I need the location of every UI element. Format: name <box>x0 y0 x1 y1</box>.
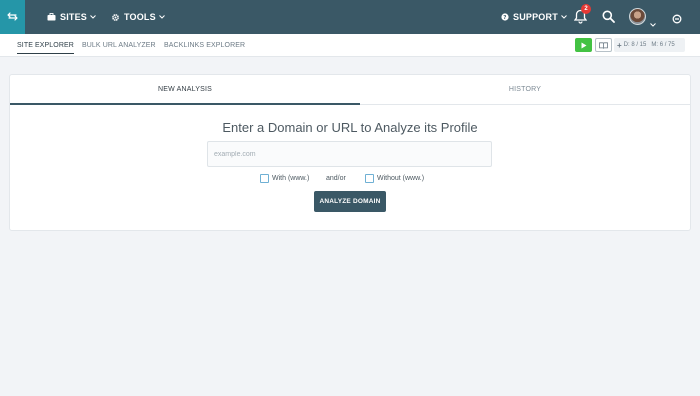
avatar[interactable] <box>629 8 646 25</box>
power-icon[interactable] <box>672 11 682 29</box>
tools-menu[interactable]: TOOLS <box>111 0 165 34</box>
tab-bulk-url-analyzer[interactable]: BULK URL ANALYZER <box>82 34 156 57</box>
support-menu[interactable]: ? SUPPORT <box>501 0 567 34</box>
sites-menu[interactable]: SITES <box>47 0 96 34</box>
with-www-option[interactable]: With (www.) <box>260 172 309 184</box>
chevron-down-icon <box>90 15 96 19</box>
back-arrow-button[interactable] <box>0 0 25 34</box>
without-www-option[interactable]: Without (www.) <box>365 172 424 184</box>
play-icon <box>581 36 587 54</box>
with-www-checkbox[interactable] <box>260 173 269 183</box>
analyze-domain-button[interactable]: ANALYZE DOMAIN <box>314 191 386 212</box>
without-www-checkbox[interactable] <box>365 173 374 183</box>
tab-site-explorer[interactable]: SITE EXPLORER <box>17 34 74 57</box>
with-www-label: With (www.) <box>272 174 310 182</box>
search-icon[interactable] <box>602 10 615 28</box>
help-icon: ? <box>501 13 509 21</box>
tab-backlinks-explorer[interactable]: BACKLINKS EXPLORER <box>164 34 245 57</box>
tab-history[interactable]: HISTORY <box>360 75 690 104</box>
tab-new-analysis[interactable]: NEW ANALYSIS <box>10 75 360 105</box>
gear-icon <box>111 13 120 22</box>
page-title: Enter a Domain or URL to Analyze its Pro… <box>222 120 478 135</box>
and-or-label: and/or <box>326 174 346 182</box>
back-arrow-icon <box>7 8 18 26</box>
without-www-label: Without (www.) <box>377 174 425 182</box>
svg-text:?: ? <box>503 15 506 21</box>
top-navbar: SITES TOOLS ? SUPPORT 2 <box>0 0 700 34</box>
quota-monthly: M: 6 / 75 <box>651 42 675 48</box>
analysis-tabs: NEW ANALYSIS HISTORY <box>10 75 690 105</box>
notification-badge: 2 <box>581 4 591 14</box>
chevron-down-icon <box>561 15 567 19</box>
briefcase-icon <box>47 13 56 21</box>
sites-label: SITES <box>60 12 88 22</box>
plus-icon[interactable]: + <box>617 41 622 50</box>
domain-input[interactable] <box>207 141 492 167</box>
play-button[interactable] <box>575 38 592 52</box>
guide-button[interactable] <box>595 38 612 52</box>
book-icon <box>599 36 608 54</box>
chevron-down-icon <box>158 15 165 19</box>
support-label: SUPPORT <box>513 12 558 22</box>
analysis-card: NEW ANALYSIS HISTORY Enter a Domain or U… <box>9 74 691 231</box>
usage-quota: + D: 8 / 15 M: 6 / 75 <box>614 38 685 52</box>
chevron-down-icon[interactable] <box>650 14 656 32</box>
quota-domains: D: 8 / 15 <box>623 42 647 48</box>
tools-label: TOOLS <box>124 12 156 22</box>
